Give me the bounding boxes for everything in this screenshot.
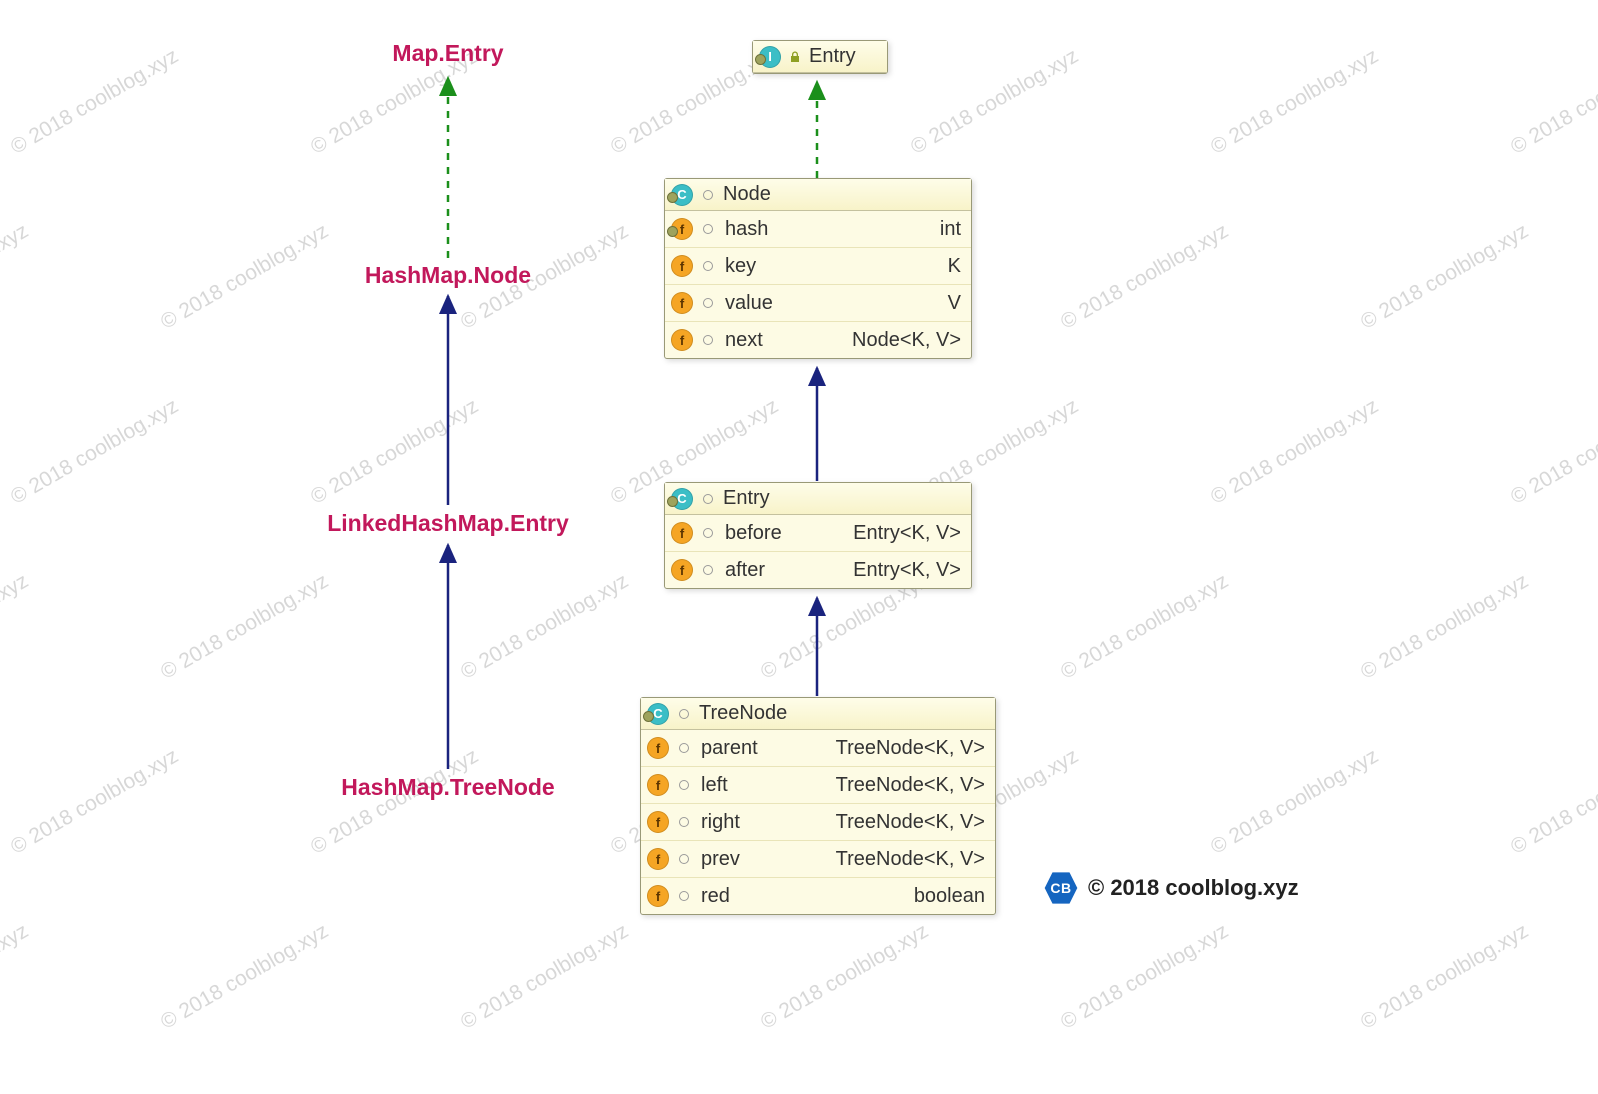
field-icon: f xyxy=(671,559,693,581)
field-name: value xyxy=(725,292,773,315)
field-type: TreeNode<K, V> xyxy=(818,811,985,834)
lock-icon xyxy=(787,49,803,65)
field-type: V xyxy=(930,292,961,315)
field-type: Entry<K, V> xyxy=(835,559,961,582)
visibility-dot-icon xyxy=(703,335,713,345)
class-icon: C xyxy=(671,184,693,206)
field-type: int xyxy=(922,218,961,241)
field-type: Entry<K, V> xyxy=(835,522,961,545)
visibility-dot-icon xyxy=(703,494,713,504)
field-type: TreeNode<K, V> xyxy=(818,848,985,871)
field-row: f after Entry<K, V> xyxy=(665,551,971,588)
field-icon: f xyxy=(647,737,669,759)
field-icon: f xyxy=(671,292,693,314)
field-name: key xyxy=(725,255,756,278)
field-name: prev xyxy=(701,848,740,871)
field-row: f red boolean xyxy=(641,877,995,914)
field-icon: f xyxy=(647,811,669,833)
field-row: f hash int xyxy=(665,211,971,247)
field-icon: f xyxy=(647,848,669,870)
field-row: f before Entry<K, V> xyxy=(665,515,971,551)
visibility-dot-icon xyxy=(703,190,713,200)
field-icon: f xyxy=(671,522,693,544)
field-name: right xyxy=(701,811,740,834)
class-icon: C xyxy=(647,703,669,725)
site-logo-icon: CB xyxy=(1044,871,1078,905)
label-hashmap-node: HashMap.Node xyxy=(365,262,531,289)
attribution: CB © 2018 coolblog.xyz xyxy=(1044,871,1299,905)
field-type: TreeNode<K, V> xyxy=(818,774,985,797)
field-icon: f xyxy=(647,885,669,907)
class-treenode-box: C TreeNode f parent TreeNode<K, V> f lef… xyxy=(640,697,996,915)
visibility-dot-icon xyxy=(703,565,713,575)
field-type: TreeNode<K, V> xyxy=(818,737,985,760)
interface-icon: I xyxy=(759,46,781,68)
field-icon: f xyxy=(647,774,669,796)
interface-entry-box: I Entry xyxy=(752,40,888,74)
field-row: f parent TreeNode<K, V> xyxy=(641,730,995,766)
field-row: f key K xyxy=(665,247,971,284)
field-name: left xyxy=(701,774,728,797)
label-map-entry: Map.Entry xyxy=(392,40,503,67)
visibility-dot-icon xyxy=(679,817,689,827)
field-type: boolean xyxy=(896,885,985,908)
class-node-box: C Node f hash int f key K f value V xyxy=(664,178,972,359)
field-row: f next Node<K, V> xyxy=(665,321,971,358)
field-name: hash xyxy=(725,218,768,241)
visibility-dot-icon xyxy=(679,854,689,864)
interface-entry-name: Entry xyxy=(809,45,856,68)
field-name: red xyxy=(701,885,730,908)
field-name: next xyxy=(725,329,763,352)
field-type: K xyxy=(930,255,961,278)
visibility-dot-icon xyxy=(679,743,689,753)
field-row: f value V xyxy=(665,284,971,321)
visibility-dot-icon xyxy=(679,709,689,719)
field-row: f left TreeNode<K, V> xyxy=(641,766,995,803)
field-icon: f xyxy=(671,218,693,240)
visibility-dot-icon xyxy=(679,780,689,790)
visibility-dot-icon xyxy=(703,528,713,538)
class-icon: C xyxy=(671,488,693,510)
label-linkedhashmap-entry: LinkedHashMap.Entry xyxy=(327,510,569,537)
field-name: after xyxy=(725,559,765,582)
field-icon: f xyxy=(671,329,693,351)
visibility-dot-icon xyxy=(703,261,713,271)
field-name: parent xyxy=(701,737,758,760)
visibility-dot-icon xyxy=(679,891,689,901)
field-icon: f xyxy=(671,255,693,277)
attribution-text: © 2018 coolblog.xyz xyxy=(1088,875,1299,901)
visibility-dot-icon xyxy=(703,224,713,234)
class-node-name: Node xyxy=(723,183,771,206)
field-name: before xyxy=(725,522,782,545)
label-hashmap-treenode: HashMap.TreeNode xyxy=(341,774,554,801)
class-entry-name: Entry xyxy=(723,487,770,510)
class-entry-box: C Entry f before Entry<K, V> f after Ent… xyxy=(664,482,972,589)
visibility-dot-icon xyxy=(703,298,713,308)
class-treenode-name: TreeNode xyxy=(699,702,787,725)
field-row: f right TreeNode<K, V> xyxy=(641,803,995,840)
field-row: f prev TreeNode<K, V> xyxy=(641,840,995,877)
diagram-stage: Map.Entry HashMap.Node LinkedHashMap.Ent… xyxy=(0,0,1598,1094)
field-type: Node<K, V> xyxy=(834,329,961,352)
